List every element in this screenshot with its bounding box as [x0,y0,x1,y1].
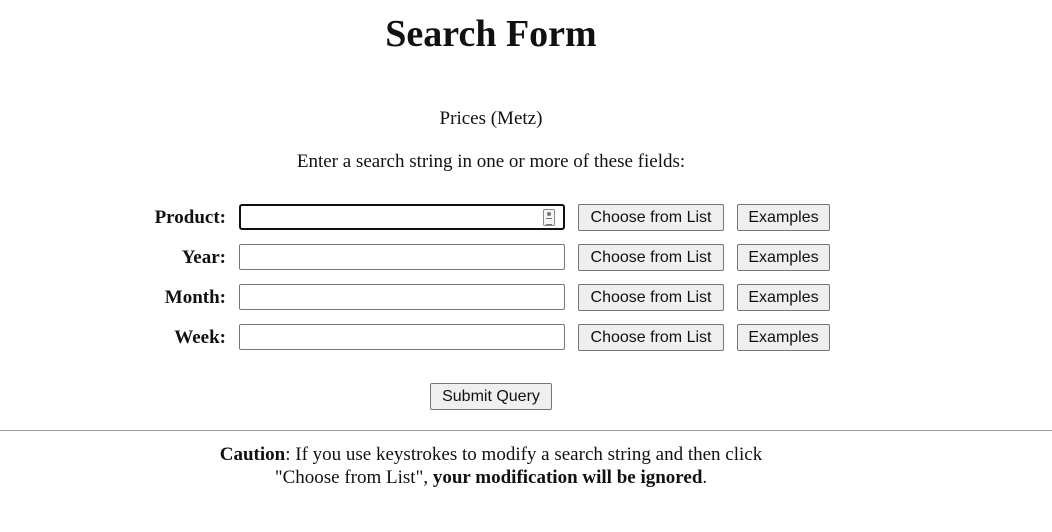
year-row: Year: Choose from List Examples [0,244,1052,272]
search-instructions: Enter a search string in one or more of … [296,151,686,172]
product-row: Product: Choose from List Examples [0,204,1052,232]
submit-query-button[interactable]: Submit Query [430,383,552,410]
month-choose-from-list-button[interactable]: Choose from List [578,284,724,311]
week-input[interactable] [239,324,565,350]
year-examples-button[interactable]: Examples [737,244,830,271]
year-label: Year: [181,247,226,268]
horizontal-divider [0,430,1052,431]
month-input[interactable] [239,284,565,310]
product-label: Product: [154,207,226,228]
week-choose-from-list-button[interactable]: Choose from List [578,324,724,351]
caution-text-3: . [702,467,708,488]
month-examples-button[interactable]: Examples [737,284,830,311]
caution-note: Caution: If you use keystrokes to modify… [0,443,982,489]
caution-text-2: "Choose from List", [274,467,433,488]
month-label: Month: [164,287,226,308]
caution-text-1: : If you use keystrokes to modify a sear… [285,444,763,465]
caution-label: Caution [219,444,286,465]
product-choose-from-list-button[interactable]: Choose from List [578,204,724,231]
year-input[interactable] [239,244,565,270]
page-title: Search Form [385,13,597,55]
page-subtitle: Prices (Metz) [439,108,543,129]
product-input[interactable] [239,204,565,230]
product-examples-button[interactable]: Examples [737,204,830,231]
week-label: Week: [174,327,226,348]
year-choose-from-list-button[interactable]: Choose from List [578,244,724,271]
month-row: Month: Choose from List Examples [0,284,1052,312]
week-row: Week: Choose from List Examples [0,324,1052,352]
search-form-page: Search Form Prices (Metz) Enter a search… [0,0,1052,532]
caution-warning: your modification will be ignored [432,467,703,488]
week-examples-button[interactable]: Examples [737,324,830,351]
contact-card-icon[interactable] [543,209,555,226]
